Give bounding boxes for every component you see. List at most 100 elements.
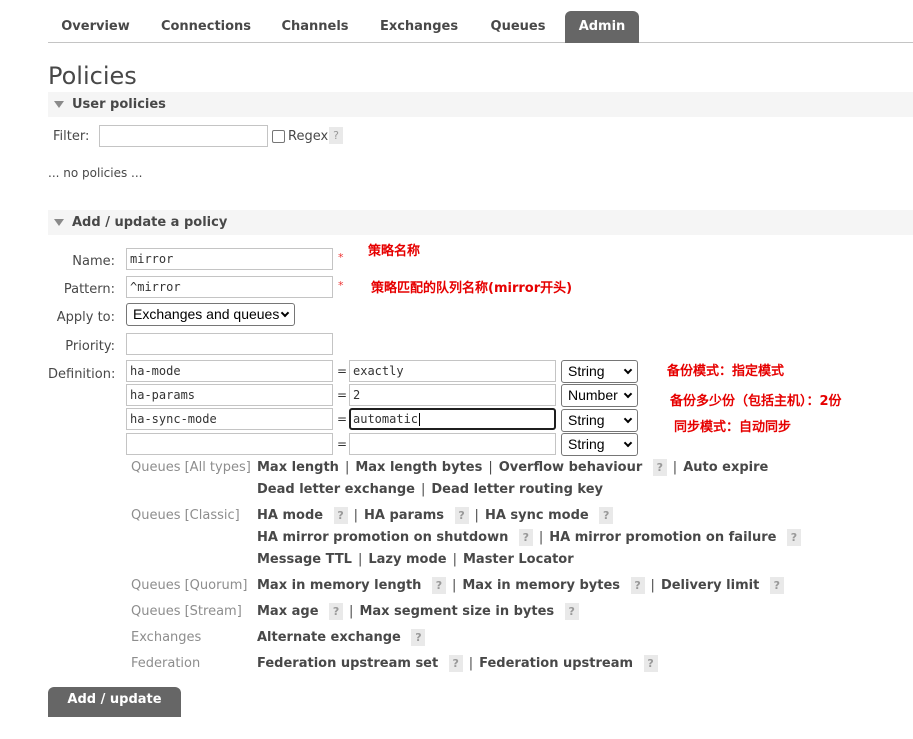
help-icon[interactable]: ? (454, 507, 469, 524)
priority-input[interactable] (126, 333, 333, 355)
chevron-down-icon (623, 389, 633, 399)
section-title: Add / update a policy (72, 215, 228, 230)
hint-federation-upstream-set[interactable]: Federation upstream set (257, 656, 438, 671)
no-policies-text: ... no policies ... (48, 166, 143, 180)
apply-to-select[interactable]: Exchanges and queues (126, 303, 295, 326)
tab-overview[interactable]: Overview (52, 11, 139, 43)
tab-exchanges[interactable]: Exchanges (373, 11, 465, 43)
hint-overflow-behaviour[interactable]: Overflow behaviour (499, 460, 643, 475)
hint-master-locator[interactable]: Master Locator (463, 552, 574, 567)
help-icon[interactable]: ? (599, 507, 614, 524)
help-icon[interactable]: ? (769, 577, 784, 594)
collapse-triangle-icon (54, 219, 64, 226)
name-input[interactable]: mirror (126, 248, 333, 270)
hint-max-in-memory-bytes[interactable]: Max in memory bytes (462, 578, 620, 593)
hint-federation-upstream[interactable]: Federation upstream (479, 656, 633, 671)
separator: | (650, 578, 655, 593)
hint-category-queues-classic: Queues [Classic] (131, 508, 240, 523)
regex-checkbox[interactable] (272, 130, 285, 143)
hint-ha-promotion-shutdown[interactable]: HA mirror promotion on shutdown (257, 530, 508, 545)
separator: | (452, 552, 457, 567)
hint-auto-expire[interactable]: Auto expire (683, 460, 768, 475)
chevron-down-icon (623, 365, 633, 375)
hint-lazy-mode[interactable]: Lazy mode (368, 552, 446, 567)
chevron-down-icon (623, 438, 633, 448)
filter-input[interactable] (99, 125, 268, 147)
annotation-pattern: 策略匹配的队列名称(mirror开头) (371, 281, 573, 296)
separator: | (672, 460, 678, 475)
hint-max-length-bytes[interactable]: Max length bytes (355, 460, 482, 475)
definition-value-input[interactable]: automatic (349, 408, 556, 430)
tab-admin[interactable]: Admin (565, 11, 639, 43)
definition-key-input[interactable] (126, 433, 333, 455)
add-policy-section-header[interactable]: Add / update a policy (48, 210, 913, 235)
hint-message-ttl[interactable]: Message TTL (257, 552, 352, 567)
name-label: Name: (72, 254, 115, 269)
filter-label: Filter: (53, 129, 90, 144)
chevron-down-icon (280, 308, 290, 318)
tab-channels[interactable]: Channels (274, 11, 356, 43)
help-icon[interactable]: ? (333, 507, 348, 524)
help-icon[interactable]: ? (564, 603, 579, 620)
separator: | (474, 508, 479, 523)
help-icon[interactable]: ? (431, 577, 446, 594)
pattern-input[interactable]: ^mirror (126, 276, 333, 298)
definition-value-input[interactable] (349, 433, 556, 455)
help-icon[interactable]: ? (630, 577, 645, 594)
page-title: Policies (48, 62, 137, 90)
separator: | (357, 552, 363, 567)
separator: | (451, 578, 457, 593)
separator: | (538, 530, 544, 545)
definition-value-input[interactable]: exactly (349, 360, 556, 382)
separator: | (349, 604, 354, 619)
equals-sign: = (337, 388, 348, 402)
hint-ha-promotion-failure[interactable]: HA mirror promotion on failure (549, 530, 776, 545)
definition-type-select[interactable]: String (561, 360, 638, 383)
separator: | (468, 656, 474, 671)
text-caret (419, 413, 421, 426)
hint-max-length[interactable]: Max length (257, 460, 339, 475)
hint-delivery-limit[interactable]: Delivery limit (661, 578, 759, 593)
add-update-policy-button[interactable]: Add / update policy (48, 687, 181, 733)
help-icon[interactable]: ? (448, 655, 463, 672)
regex-label: Regex (288, 129, 329, 144)
definition-value-input[interactable]: 2 (349, 384, 556, 406)
help-icon[interactable]: ? (787, 529, 801, 546)
apply-to-value: Exchanges and queues (133, 306, 280, 322)
hint-keys-queues-quorum: Max in memory length ? | Max in memory byt… (257, 575, 784, 597)
user-policies-section-header[interactable]: User policies (48, 92, 913, 117)
definition-key-input[interactable]: ha-mode (126, 360, 333, 382)
hint-keys-queues-classic: HA mode ? | HA params ? | HA sync mode ? HA … (257, 505, 801, 571)
hint-max-in-memory-length[interactable]: Max in memory length (257, 578, 421, 593)
hint-dead-letter-routing-key[interactable]: Dead letter routing key (431, 482, 603, 497)
collapse-triangle-icon (54, 101, 64, 108)
separator: | (488, 460, 493, 475)
help-icon[interactable]: ? (411, 629, 426, 646)
tab-connections[interactable]: Connections (156, 11, 256, 43)
hint-ha-params[interactable]: HA params (364, 508, 444, 523)
hint-max-segment-size[interactable]: Max segment size in bytes (359, 604, 554, 619)
hint-category-queues-all: Queues [All types] (131, 460, 251, 475)
definition-key-input[interactable]: ha-sync-mode (126, 408, 333, 430)
definition-key-input[interactable]: ha-params (126, 384, 333, 406)
help-icon[interactable]: ? (329, 127, 343, 144)
definition-type-select[interactable]: String (561, 409, 638, 432)
help-icon[interactable]: ? (652, 459, 667, 476)
hint-alternate-exchange[interactable]: Alternate exchange (257, 630, 401, 645)
help-icon[interactable]: ? (518, 529, 533, 546)
definition-type-select[interactable]: Number (561, 384, 638, 407)
required-mark: * (338, 251, 344, 264)
definition-type-select[interactable]: String (561, 433, 638, 456)
type-value: Number (568, 387, 618, 403)
annotation-name: 策略名称 (368, 244, 421, 259)
tab-queues[interactable]: Queues (483, 11, 553, 43)
hint-keys-exchanges: Alternate exchange ? (257, 627, 426, 649)
hint-dead-letter-exchange[interactable]: Dead letter exchange (257, 482, 415, 497)
hint-max-age[interactable]: Max age (257, 604, 319, 619)
annotation-ha-mode: 备份模式：指定模式 (667, 364, 785, 379)
help-icon[interactable]: ? (329, 603, 344, 620)
hint-ha-mode[interactable]: HA mode (257, 508, 323, 523)
help-icon[interactable]: ? (643, 655, 658, 672)
hint-ha-sync-mode[interactable]: HA sync mode (485, 508, 589, 523)
required-mark: * (338, 279, 344, 292)
